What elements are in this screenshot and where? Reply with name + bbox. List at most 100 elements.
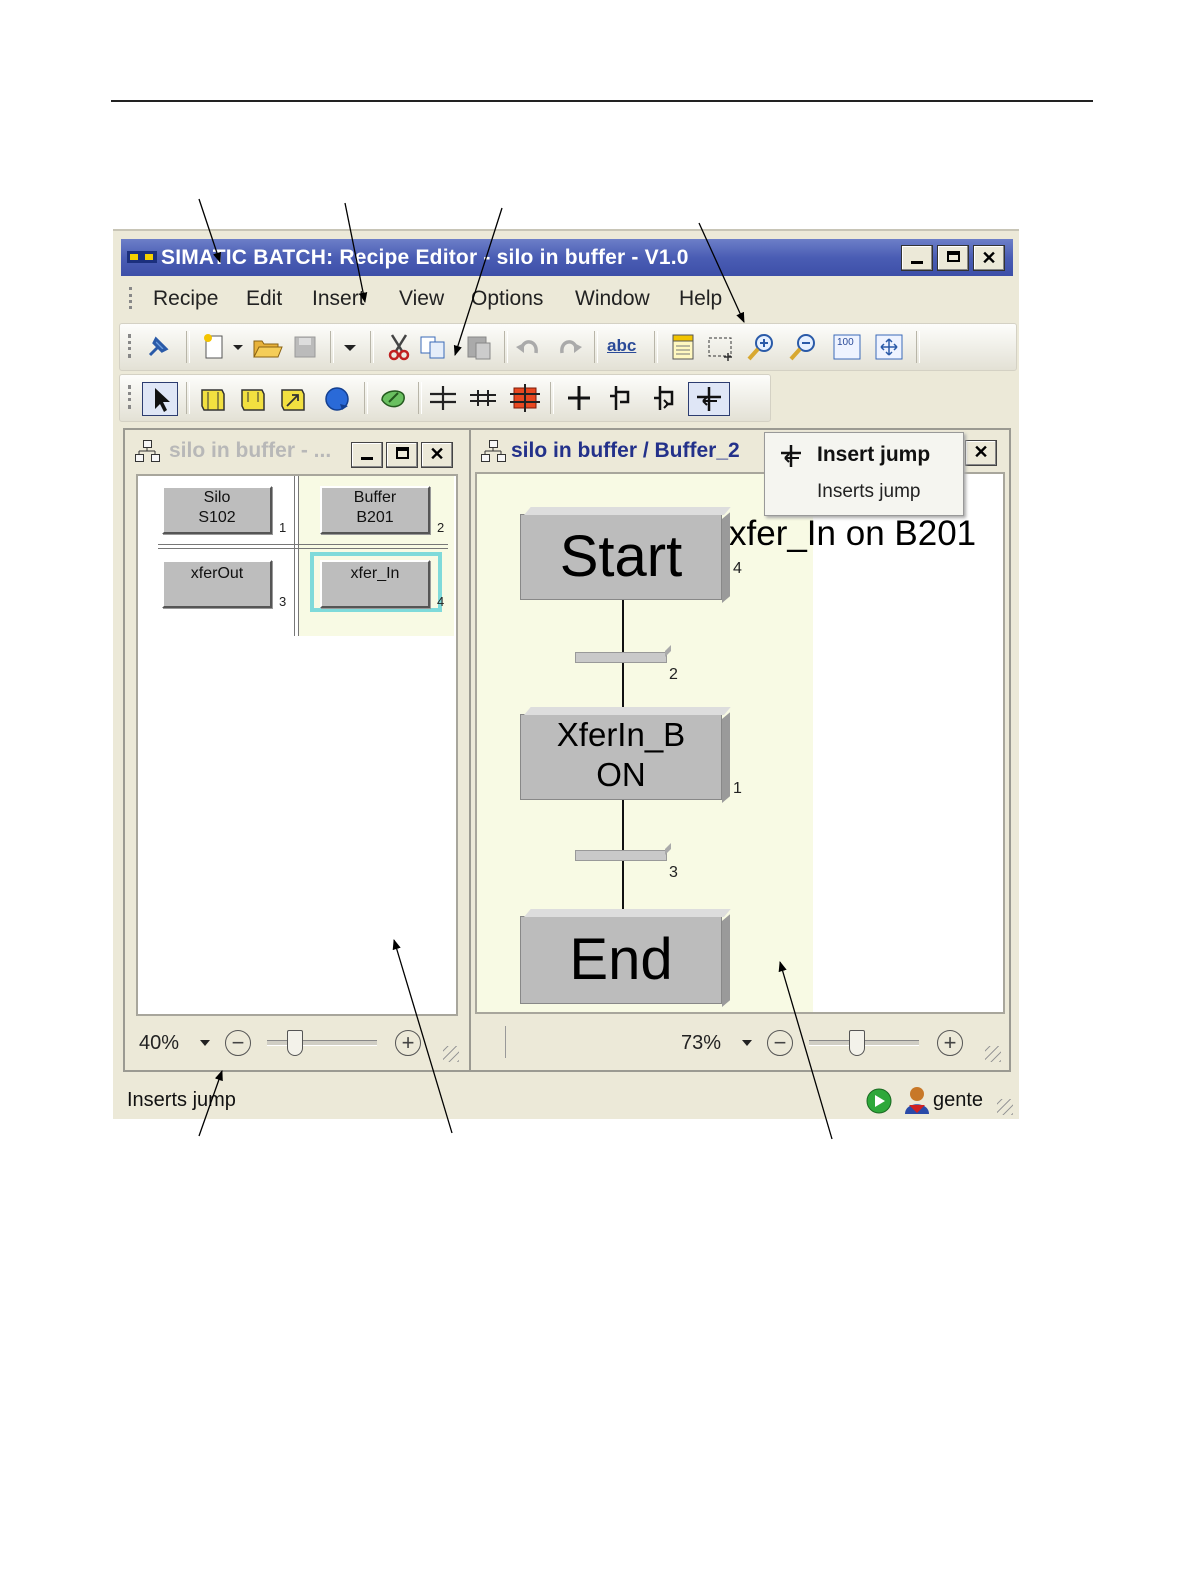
copy-icon[interactable] xyxy=(416,331,450,363)
step-end[interactable]: End xyxy=(520,916,722,1004)
open-folder-icon[interactable] xyxy=(250,331,284,363)
menu-window[interactable]: Window xyxy=(575,287,650,311)
recipe-tree-icon xyxy=(481,440,507,464)
zoom-fit-icon[interactable] xyxy=(872,331,906,363)
insert-jump-icon xyxy=(781,445,801,467)
horizontal-separator xyxy=(158,544,448,549)
redo-icon[interactable] xyxy=(552,331,586,363)
zoom-bar-divider xyxy=(505,1026,506,1058)
insert-jump-icon[interactable] xyxy=(688,382,730,416)
unit-silo-num: 1 xyxy=(279,520,287,535)
transition-1-num: 2 xyxy=(669,666,678,683)
insert-operation-icon[interactable] xyxy=(376,382,410,414)
spell-check-icon[interactable]: abc xyxy=(604,331,644,363)
insert-step-icon[interactable] xyxy=(276,382,310,414)
unit-buffer-b201[interactable]: Buffer B201 xyxy=(320,486,430,534)
right-resize-grip[interactable] xyxy=(985,1046,1001,1062)
insert-parallel-icon[interactable] xyxy=(466,382,500,414)
insert-loop-icon[interactable] xyxy=(320,382,354,414)
unit-buffer-num: 2 xyxy=(437,520,445,535)
menu-edit[interactable]: Edit xyxy=(246,287,282,311)
unit-xferout-num: 3 xyxy=(279,594,287,609)
right-zoom-dropdown-icon[interactable] xyxy=(741,1038,753,1048)
left-close-button[interactable]: ✕ xyxy=(421,442,453,468)
dropdown-arrow-icon[interactable] xyxy=(338,331,362,363)
step-xferin-num: 1 xyxy=(733,780,742,797)
toolbar-grip[interactable] xyxy=(128,334,135,358)
cut-icon[interactable] xyxy=(382,331,416,363)
insert-branch-icon[interactable] xyxy=(604,382,638,414)
right-window-title-bar[interactable]: silo in buffer / Buffer_2 xyxy=(475,434,775,468)
select-rectangle-icon[interactable] xyxy=(704,331,738,363)
left-window-title: silo in buffer - ... xyxy=(169,439,332,462)
left-zoom-slider[interactable] xyxy=(287,1030,303,1056)
step-start[interactable]: Start xyxy=(520,514,722,600)
insert-step-transition-icon[interactable] xyxy=(562,382,596,414)
menu-help[interactable]: Help xyxy=(679,287,722,311)
run-status-icon xyxy=(866,1088,892,1114)
transition-2-num: 3 xyxy=(669,864,678,881)
left-maximize-button[interactable] xyxy=(386,442,418,468)
right-zoom-value[interactable]: 73% xyxy=(681,1032,721,1055)
zoom-100-icon[interactable]: 100 xyxy=(830,331,864,363)
minimize-button[interactable] xyxy=(901,245,933,271)
recipe-overview-window: silo in buffer - ... ✕ Silo S102 1 Buffe… xyxy=(123,428,471,1072)
step-start-num: 4 xyxy=(733,560,742,577)
unit-xfer-in-num: 4 xyxy=(437,594,445,609)
transition-2[interactable] xyxy=(575,850,667,861)
right-window-title: silo in buffer / Buffer_2 xyxy=(511,439,740,462)
transition-1[interactable] xyxy=(575,652,667,663)
menu-grip[interactable] xyxy=(129,287,136,309)
insert-step-icon[interactable] xyxy=(236,382,270,414)
page-rule xyxy=(111,100,1093,102)
close-button[interactable]: ✕ xyxy=(973,245,1005,271)
status-text: Inserts jump xyxy=(127,1089,236,1111)
menu-insert[interactable]: Insert xyxy=(312,287,365,311)
procedure-window: silo in buffer / Buffer_2 ✕ xfer_In on B… xyxy=(469,428,1011,1072)
standard-toolbar: abc 100 xyxy=(119,323,1017,371)
unit-xferout[interactable]: xferOut xyxy=(162,560,272,608)
insert-synchronization-icon[interactable] xyxy=(508,382,542,414)
undo-icon[interactable] xyxy=(512,331,546,363)
right-close-button[interactable]: ✕ xyxy=(965,440,997,466)
unit-xfer-in[interactable]: xfer_In xyxy=(320,560,430,608)
right-zoom-out-icon[interactable]: − xyxy=(767,1030,793,1056)
dropdown-arrow-icon[interactable] xyxy=(230,331,246,363)
recipe-editor-window: SIMATIC BATCH: Recipe Editor - silo in b… xyxy=(113,229,1019,1119)
left-window-title-bar[interactable]: silo in buffer - ... ✕ xyxy=(129,434,465,468)
insert-sequence-icon[interactable] xyxy=(426,382,460,414)
paste-icon[interactable] xyxy=(462,331,496,363)
zoom-out-icon[interactable] xyxy=(786,331,820,363)
left-zoom-out-icon[interactable]: − xyxy=(225,1030,251,1056)
left-zoom-value[interactable]: 40% xyxy=(139,1032,179,1055)
pointer-icon[interactable] xyxy=(142,382,178,416)
toolbar-grip[interactable] xyxy=(128,385,135,409)
left-minimize-button[interactable] xyxy=(351,442,383,468)
left-resize-grip[interactable] xyxy=(443,1046,459,1062)
insert-step-icon[interactable] xyxy=(196,382,230,414)
left-zoom-track[interactable] xyxy=(267,1040,377,1046)
left-zoom-in-icon[interactable]: + xyxy=(395,1030,421,1056)
new-document-icon[interactable] xyxy=(198,331,232,363)
title-bar[interactable]: SIMATIC BATCH: Recipe Editor - silo in b… xyxy=(121,239,1013,276)
left-recipe-canvas[interactable]: Silo S102 1 Buffer B201 2 xferOut 3 xfer… xyxy=(136,474,458,1016)
zoom-in-icon[interactable] xyxy=(744,331,778,363)
menu-options[interactable]: Options xyxy=(471,287,543,311)
right-zoom-slider[interactable] xyxy=(849,1030,865,1056)
maximize-button[interactable] xyxy=(937,245,969,271)
left-zoom-dropdown-icon[interactable] xyxy=(199,1038,211,1048)
save-icon[interactable] xyxy=(288,331,322,363)
window-resize-grip[interactable] xyxy=(997,1099,1013,1115)
step-xferin-b-on[interactable]: XferIn_B ON xyxy=(520,714,722,800)
right-zoom-in-icon[interactable]: + xyxy=(937,1030,963,1056)
menu-bar: Recipe Edit Insert View Options Window H… xyxy=(121,281,1013,317)
procedure-caption: xfer_In on B201 xyxy=(729,514,977,553)
properties-icon[interactable] xyxy=(666,331,700,363)
pin-icon[interactable] xyxy=(142,331,176,363)
insert-jump-back-icon[interactable] xyxy=(646,382,680,414)
unit-silo-s102[interactable]: Silo S102 xyxy=(162,486,272,534)
menu-view[interactable]: View xyxy=(399,287,444,311)
menu-recipe[interactable]: Recipe xyxy=(153,287,218,311)
zoom-100-label: 100 xyxy=(837,337,854,348)
right-procedure-canvas[interactable]: xfer_In on B201 Start 4 2 XferIn_B ON 1 … xyxy=(475,472,1005,1014)
